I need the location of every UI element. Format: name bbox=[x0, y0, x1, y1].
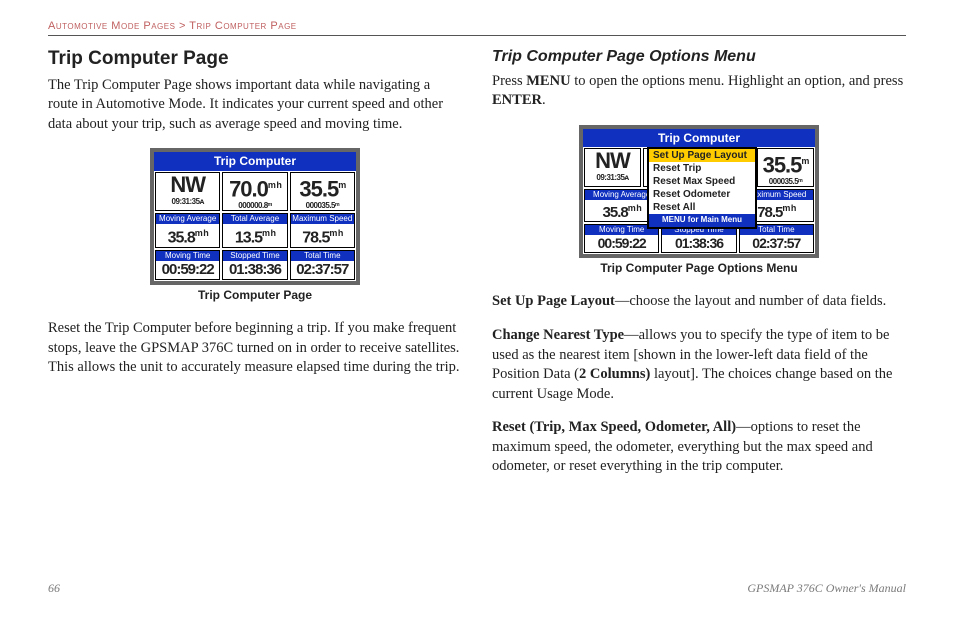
heading-cell-2: NW 09:31:35ᴀ bbox=[584, 148, 641, 187]
options-intro: Press MENU to open the options menu. Hig… bbox=[492, 72, 906, 111]
menu-footer: MENU for Main Menu bbox=[649, 214, 755, 227]
dist-cell-2: 35.5m 000035.5ᵐ bbox=[757, 148, 814, 187]
moving-time-cell: Moving Time 00:59:22 bbox=[155, 250, 220, 280]
breadcrumb: Automotive Mode Pages > Trip Computer Pa… bbox=[48, 20, 906, 36]
device-title: Trip Computer bbox=[154, 152, 356, 170]
breadcrumb-page: Trip Computer Page bbox=[189, 20, 296, 32]
moving-avg-cell: Moving Average 35.8m h bbox=[155, 213, 220, 248]
menu-item-reset-odometer[interactable]: Reset Odometer bbox=[649, 188, 755, 201]
max-speed-cell: Maximum Speed 78.5m h bbox=[290, 213, 355, 248]
reset-paragraph: Reset the Trip Computer before beginning… bbox=[48, 319, 462, 378]
breadcrumb-section: Automotive Mode Pages bbox=[48, 20, 175, 32]
menu-item-reset-all[interactable]: Reset All bbox=[649, 201, 755, 214]
dist-cell: 35.5m 000035.5ᵐ bbox=[290, 172, 355, 211]
total-avg-cell: Total Average 13.5m h bbox=[222, 213, 287, 248]
right-column: Trip Computer Page Options Menu Press ME… bbox=[492, 46, 906, 491]
device-screen-1: Trip Computer NW 09:31:35ᴀ 70.0m h 00000… bbox=[150, 148, 360, 285]
figure-trip-computer: Trip Computer NW 09:31:35ᴀ 70.0m h 00000… bbox=[48, 148, 462, 303]
stopped-time-cell-2: Stopped Time 01:38:36 bbox=[661, 224, 736, 253]
section-heading: Trip Computer Page Options Menu bbox=[492, 46, 906, 68]
menu-item-setup-page-layout[interactable]: Set Up Page Layout bbox=[649, 149, 755, 162]
manual-title: GPSMAP 376C Owner's Manual bbox=[747, 581, 906, 596]
menu-item-reset-max-speed[interactable]: Reset Max Speed bbox=[649, 175, 755, 188]
page-footer: 66 GPSMAP 376C Owner's Manual bbox=[48, 581, 906, 596]
figure-caption-2: Trip Computer Page Options Menu bbox=[492, 260, 906, 276]
left-column: Trip Computer Page The Trip Computer Pag… bbox=[48, 46, 462, 491]
total-time-cell-2: Total Time 02:37:57 bbox=[739, 224, 814, 253]
moving-time-cell-2: Moving Time 00:59:22 bbox=[584, 224, 659, 253]
device-title-2: Trip Computer bbox=[583, 129, 815, 147]
heading-cell: NW 09:31:35ᴀ bbox=[155, 172, 220, 211]
device-screen-2: Trip Computer NW 09:31:35ᴀ 35.5m 000035.… bbox=[579, 125, 819, 259]
stopped-time-cell: Stopped Time 01:38:36 bbox=[222, 250, 287, 280]
options-menu: Set Up Page Layout Reset Trip Reset Max … bbox=[647, 147, 757, 229]
option-change-nearest-type: Change Nearest Type—allows you to specif… bbox=[492, 326, 906, 404]
page-number: 66 bbox=[48, 581, 60, 596]
figure-caption-1: Trip Computer Page bbox=[48, 287, 462, 303]
menu-item-reset-trip[interactable]: Reset Trip bbox=[649, 162, 755, 175]
option-setup-page-layout: Set Up Page Layout—choose the layout and… bbox=[492, 292, 906, 312]
option-reset: Reset (Trip, Max Speed, Odometer, All)—o… bbox=[492, 418, 906, 477]
total-time-cell: Total Time 02:37:57 bbox=[290, 250, 355, 280]
speed-cell: 70.0m h 000000.8ᵐ bbox=[222, 172, 287, 211]
page-title: Trip Computer Page bbox=[48, 46, 462, 72]
intro-paragraph: The Trip Computer Page shows important d… bbox=[48, 76, 462, 135]
figure-options-menu: Trip Computer NW 09:31:35ᴀ 35.5m 000035.… bbox=[492, 125, 906, 277]
